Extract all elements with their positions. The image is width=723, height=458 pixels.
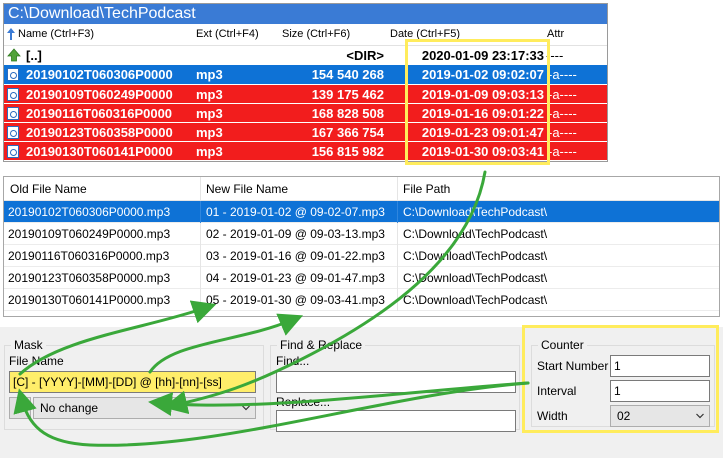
find-input[interactable] [276,371,516,393]
col-new-name[interactable]: New File Name [206,182,288,196]
file-size: 168 828 508 [311,106,384,121]
file-ext: mp3 [196,144,223,159]
file-icon [7,145,19,158]
cell-divider [200,223,201,245]
counter-highlight-box [522,325,719,433]
file-ext: mp3 [196,125,223,140]
new-file-name: 05 - 2019-01-30 @ 09-03-41.mp3 [206,293,385,307]
sort-up-icon [7,28,15,40]
rename-row[interactable]: 20190109T060249P0000.mp3 02 - 2019-01-09… [4,223,719,245]
old-file-name: 20190116T060316P0000.mp3 [8,249,170,263]
cell-divider [200,267,201,289]
old-file-name: 20190102T060306P0000.mp3 [8,205,171,219]
new-file-name: 02 - 2019-01-09 @ 09-03-13.mp3 [206,227,385,241]
file-name-mask-input[interactable]: [C] - [YYYY]-[MM]-[DD] @ [hh]-[nn]-[ss] [9,371,256,393]
insert-button[interactable] [9,397,31,419]
rename-row[interactable]: 20190123T060358P0000.mp3 04 - 2019-01-23… [4,267,719,289]
rename-list-header: Old File Name New File Name File Path [4,177,719,201]
file-name-label: File Name [9,354,64,368]
old-file-name: 20190109T060249P0000.mp3 [8,227,171,241]
rename-preview-list[interactable]: Old File Name New File Name File Path 20… [3,176,720,317]
file-name: 20190102T060306P0000 [26,67,173,82]
cell-divider [397,245,398,267]
case-select[interactable]: No change [33,397,256,419]
file-attr: -a---- [548,125,577,140]
cell-divider [397,267,398,289]
col-size[interactable]: Size (Ctrl+F6) [282,28,350,40]
rename-row[interactable]: 20190130T060141P0000.mp3 05 - 2019-01-30… [4,289,719,311]
file-name: 20190109T060249P0000 [26,87,173,102]
col-ext[interactable]: Ext (Ctrl+F4) [196,28,259,40]
find-label: Find... [276,354,310,368]
file-name: 20190116T060316P0000 [26,106,173,121]
rename-row[interactable]: 20190116T060316P0000.mp3 03 - 2019-01-16… [4,245,719,267]
file-size: 156 815 982 [311,144,384,159]
new-file-name: 04 - 2019-01-23 @ 09-01-47.mp3 [206,271,385,285]
case-select-value: No change [40,401,99,415]
file-name: [..] [26,48,42,63]
cell-divider [200,201,201,223]
find-replace-title: Find & Replace [277,338,366,352]
file-attr: -a---- [548,144,577,159]
chevron-down-icon [242,405,250,411]
old-file-name: 20190123T060358P0000.mp3 [8,271,171,285]
file-size: 167 366 754 [311,125,384,140]
file-ext: mp3 [196,106,223,121]
column-divider[interactable] [397,177,398,201]
file-path: C:\Download\TechPodcast\ [403,249,548,263]
file-icon [7,88,19,101]
file-size: 154 540 268 [311,67,384,82]
up-arrow-icon [7,48,21,62]
file-path: C:\Download\TechPodcast\ [403,293,548,307]
file-ext: mp3 [196,87,223,102]
cell-divider [200,289,201,311]
file-size: <DIR> [346,48,384,63]
file-path: C:\Download\TechPodcast\ [403,227,548,241]
cell-divider [397,201,398,223]
file-attr: -a---- [548,87,577,102]
file-icon [7,126,19,139]
col-file-path[interactable]: File Path [403,182,450,196]
new-file-name: 03 - 2019-01-16 @ 09-01-22.mp3 [206,249,385,263]
file-path: C:\Download\TechPodcast\ [403,205,548,219]
date-highlight-box [405,39,550,165]
cell-divider [397,289,398,311]
file-path: C:\Download\TechPodcast\ [403,271,548,285]
file-attr: -a---- [548,106,577,121]
current-path: C:\Download\TechPodcast [4,4,607,24]
file-icon [7,107,19,120]
file-name: 20190123T060358P0000 [26,125,173,140]
file-ext: mp3 [196,67,223,82]
column-divider[interactable] [200,177,201,201]
mask-title: Mask [11,338,46,352]
new-file-name: 01 - 2019-01-02 @ 09-02-07.mp3 [206,205,385,219]
file-size: 139 175 462 [311,87,384,102]
replace-label: Replace... [276,395,331,409]
rename-row[interactable]: 20190102T060306P0000.mp3 01 - 2019-01-02… [4,201,719,223]
col-old-name[interactable]: Old File Name [10,182,87,196]
cell-divider [397,223,398,245]
cell-divider [200,245,201,267]
replace-input[interactable] [276,410,516,432]
file-icon [7,68,19,81]
col-name[interactable]: Name (Ctrl+F3) [18,28,94,40]
old-file-name: 20190130T060141P0000.mp3 [8,293,171,307]
file-name: 20190130T060141P0000 [26,144,173,159]
file-attr: -a---- [548,67,577,82]
